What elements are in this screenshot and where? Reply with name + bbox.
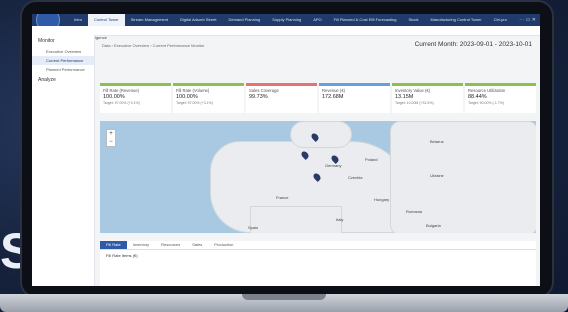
detail-tab[interactable]: Production (208, 241, 239, 249)
kpi-title: Fill Rate (Volume) (176, 88, 210, 93)
detail-tab[interactable]: Inventory (127, 241, 155, 249)
kpi-sub: Target: 97.00% (+3.1%) (176, 101, 213, 105)
nav-tab[interactable]: Intro (68, 14, 88, 26)
map-label: France (276, 195, 289, 200)
kpi-title: Resource Utilization (468, 88, 506, 93)
nav-tab[interactable]: APO (307, 14, 327, 26)
window-controls[interactable]: ⋯ ▭ ✕ (519, 14, 536, 26)
breadcrumb[interactable]: Data › Executive Overview › Current Perf… (102, 43, 204, 48)
map-label: Italy (336, 217, 344, 222)
map-land (390, 121, 536, 233)
sidebar-section[interactable]: Analyze (32, 74, 94, 86)
kpi-row: Fill Rate (Revenue) 100.00% Target: 97.00%… (100, 83, 536, 113)
detail-row[interactable]: Fill Rate Items (€) (100, 250, 536, 261)
detail-tab[interactable]: Fill Rate (100, 241, 127, 249)
kpi-title: Fill Rate (Revenue) (103, 88, 140, 93)
map[interactable]: + − Belarus Germany Poland Czechia Ukrain… (100, 121, 536, 233)
top-nav: Intro Control Tower Stream Management Digit… (32, 14, 540, 32)
kpi-sub: Target: 10.00M (+31.5%) (395, 101, 434, 105)
nav-tab[interactable]: Supply Planning (266, 14, 307, 26)
map-label: Czechia (348, 175, 363, 180)
current-month: Current Month: 2023-09-01 - 2023-10-01 (414, 41, 532, 48)
kpi-value: 13.15M (395, 94, 414, 100)
kpi-card[interactable]: Fill Rate (Revenue) 100.00% Target: 97.00%… (100, 83, 171, 113)
sidebar-item[interactable]: Planned Performance (32, 65, 94, 74)
kpi-value: 88.44% (468, 94, 487, 100)
kpi-title: Sales Coverage (249, 88, 279, 93)
kpi-card[interactable]: Revenue (€) 172.68M (319, 83, 390, 113)
kpi-card[interactable]: Sales Coverage 99.73% (246, 83, 317, 113)
kpi-card[interactable]: Inventory Value (€) 13.15M Target: 10.00M … (392, 83, 463, 113)
kpi-sub: Target: 90.00% (-1.7%) (468, 101, 504, 105)
kpi-value: 99.73% (249, 94, 268, 100)
nav-tab[interactable]: Digital Adsorb Street (174, 14, 222, 26)
kpi-value: 172.68M (322, 94, 344, 100)
sidebar-section[interactable]: Monitor (32, 35, 94, 47)
detail-tab[interactable]: Sales (186, 241, 208, 249)
kpi-card[interactable]: Resource Utilization 88.44% Target: 90.00%… (465, 83, 536, 113)
kpi-sub: Target: 97.00% (+3.1%) (103, 101, 140, 105)
map-label: Hungary (374, 197, 390, 202)
map-land (290, 121, 352, 148)
map-label: Poland (365, 157, 378, 162)
nav-tabs: Intro Control Tower Stream Management Digit… (68, 14, 513, 26)
nav-tab[interactable]: Stream Management (125, 14, 174, 26)
map-label: Bulgaria (426, 223, 441, 228)
sidebar: Monitor Executive Overview Current Perform… (32, 35, 95, 286)
nav-tab[interactable]: Stock (402, 14, 424, 26)
sidebar-item[interactable]: Current Performance (32, 56, 94, 65)
laptop-notch (242, 294, 326, 300)
map-label: Ukraine (430, 173, 444, 178)
detail-tabs: Fill Rate Inventory Resources Sales Producti… (100, 241, 536, 250)
nav-tab[interactable]: Ctrl-pro (488, 14, 513, 26)
kpi-title: Revenue (€) (322, 88, 346, 93)
map-label: Romania (406, 209, 423, 214)
nav-tab[interactable]: Manufacturing Control Tower (425, 14, 488, 26)
map-land (250, 206, 342, 233)
map-label: Belarus (430, 139, 444, 144)
kpi-value: 100.00% (103, 94, 125, 100)
kpi-title: Inventory Value (€) (395, 88, 431, 93)
detail-tab[interactable]: Resources (155, 241, 186, 249)
map-label: Germany (325, 163, 342, 168)
sidebar-item[interactable]: Executive Overview (32, 47, 94, 56)
main-panel: Data › Executive Overview › Current Perf… (96, 35, 540, 286)
nav-tab[interactable]: Control Tower (88, 14, 125, 26)
kpi-value: 100.00% (176, 94, 198, 100)
app-screen: Intro Control Tower Stream Management Digit… (32, 14, 540, 286)
detail-panel: Fill Rate Inventory Resources Sales Producti… (100, 241, 536, 286)
nav-tab[interactable]: Demand Planning (222, 14, 266, 26)
nav-tab[interactable]: Fill Planned & Cost Effi Forecasting (328, 14, 403, 26)
zoom-control[interactable]: + − (106, 129, 116, 147)
map-label: Spain (248, 225, 259, 230)
kpi-card[interactable]: Fill Rate (Volume) 100.00% Target: 97.00% … (173, 83, 244, 113)
